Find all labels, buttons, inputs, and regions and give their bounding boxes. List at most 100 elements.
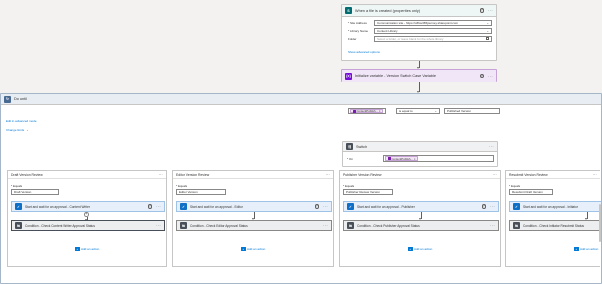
variable-icon: {x} bbox=[345, 72, 352, 80]
help-icon[interactable]: ? bbox=[314, 204, 320, 209]
content-publish-token[interactable]: ContentPublish... × bbox=[385, 156, 418, 161]
do-until-container[interactable]: ↻ Do until ContentPublish... × is equal … bbox=[0, 93, 602, 284]
site-address-row: * Site Address Communication site - http… bbox=[348, 20, 492, 26]
condition-icon: ⇋ bbox=[347, 222, 354, 229]
connector-arrow bbox=[418, 61, 420, 69]
initialize-variable-header[interactable]: {x} Initialize variable - Version Switch… bbox=[342, 70, 496, 82]
more-options-icon[interactable]: ··· bbox=[493, 173, 497, 177]
initialize-variable-card[interactable]: {x} Initialize variable - Version Switch… bbox=[341, 69, 497, 82]
case-branch-publisher[interactable]: Publisher Version Review ··· * Equals Pu… bbox=[339, 170, 501, 267]
connector-arrow bbox=[418, 82, 420, 93]
add-an-action-button[interactable]: + Add an action bbox=[408, 247, 432, 251]
case-title: Publisher Version Review bbox=[343, 172, 382, 177]
approval-icon: ✓ bbox=[15, 203, 22, 210]
switch-on-field[interactable]: ContentPublish... × bbox=[383, 155, 494, 162]
equals-input[interactable]: Editor Version bbox=[176, 189, 226, 195]
case-title: Draft Version Review bbox=[11, 172, 43, 177]
condition-title: Condition - Check Initiator Resubmit Sta… bbox=[523, 223, 584, 228]
condition-card[interactable]: ⇋ Condition - Check Editor Approval Stat… bbox=[176, 220, 332, 231]
condition-title: Condition - Check Publisher Approval Sta… bbox=[357, 223, 420, 228]
equals-label: * Equals bbox=[343, 184, 355, 188]
add-action-icon: + bbox=[408, 247, 413, 251]
add-action-label: Add an action bbox=[414, 247, 433, 251]
approval-action-card[interactable]: ✓ Start and wait for an approval - Conte… bbox=[11, 201, 165, 212]
approval-icon: ✓ bbox=[513, 203, 520, 210]
case-branch-editor[interactable]: Editor Version Review ··· * Equals Edito… bbox=[172, 170, 334, 267]
do-until-header[interactable]: ↻ Do until bbox=[1, 94, 601, 105]
initialize-variable-title: Initialize variable - Version Switch Cas… bbox=[355, 74, 436, 78]
folder-label: Folder bbox=[348, 36, 357, 41]
equals-input[interactable]: Resubmit Draft Version bbox=[509, 189, 553, 195]
do-until-token-field[interactable]: ContentPublish... × bbox=[348, 108, 386, 114]
condition-card[interactable]: ⇋ Condition - Check Content Writer Appro… bbox=[11, 220, 165, 231]
case-branch-draft[interactable]: Draft Version Review ··· * Equals Draft … bbox=[7, 170, 167, 267]
operator-dropdown[interactable]: is equal to ⌄ bbox=[396, 108, 440, 114]
case-header[interactable]: Resubmit Version Review ··· bbox=[506, 171, 600, 179]
equals-input[interactable]: Draft Version bbox=[11, 189, 59, 195]
more-options-icon[interactable]: ··· bbox=[323, 223, 328, 228]
switch-card[interactable]: ⇶ Switch ··· * On ContentPublish... × bbox=[342, 141, 498, 167]
chevron-down-icon: ⌄ bbox=[486, 28, 489, 33]
case-title: Resubmit Version Review bbox=[509, 172, 548, 177]
change-limits-link[interactable]: Change limits bbox=[6, 128, 24, 132]
comparison-value-input[interactable]: Published Version bbox=[444, 108, 500, 114]
case-header[interactable]: Publisher Version Review ··· bbox=[340, 171, 500, 179]
help-icon[interactable]: ? bbox=[479, 8, 485, 13]
more-options-icon[interactable]: ··· bbox=[159, 173, 163, 177]
switch-on-label: * On bbox=[347, 156, 354, 161]
library-name-row: * Library Name Content Library ⌄ bbox=[348, 28, 492, 34]
close-icon[interactable]: × bbox=[414, 157, 416, 161]
condition-title: Condition - Check Content Writer Approva… bbox=[25, 223, 95, 228]
content-publish-token[interactable]: ContentPublish... × bbox=[350, 109, 383, 113]
change-limits-toggle[interactable]: Change limits ⌄ bbox=[6, 128, 29, 132]
trigger-header[interactable]: S When a file is created (properties onl… bbox=[342, 5, 496, 17]
more-options-icon[interactable]: ··· bbox=[593, 173, 597, 177]
case-header[interactable]: Draft Version Review ··· bbox=[8, 171, 166, 179]
site-address-dropdown[interactable]: Communication site - https://office365jo… bbox=[374, 20, 492, 26]
more-options-icon[interactable]: ··· bbox=[490, 223, 495, 228]
approval-action-card[interactable]: ✓ Start and wait for an approval - Initi… bbox=[509, 201, 601, 212]
trigger-card[interactable]: S When a file is created (properties onl… bbox=[341, 4, 497, 61]
folder-input[interactable]: Select a folder, or leave blank for the … bbox=[374, 36, 492, 42]
switch-header[interactable]: ⇶ Switch ··· bbox=[343, 142, 497, 152]
insert-step-plus-icon[interactable]: + bbox=[84, 212, 89, 217]
help-icon[interactable]: ? bbox=[147, 204, 153, 209]
show-advanced-options-link[interactable]: Show advanced options bbox=[348, 50, 380, 54]
more-options-icon[interactable]: ··· bbox=[323, 204, 328, 209]
condition-card[interactable]: ⇋ Condition - Check Publisher Approval S… bbox=[343, 220, 499, 231]
help-icon[interactable]: ? bbox=[479, 73, 485, 78]
switch-icon: ⇶ bbox=[346, 143, 353, 150]
more-options-icon[interactable]: ··· bbox=[488, 8, 493, 13]
edit-advanced-mode-link[interactable]: Edit in advanced mode bbox=[6, 119, 37, 123]
switch-title: Switch bbox=[356, 144, 368, 149]
approval-title: Start and wait for an approval - Publish… bbox=[357, 204, 415, 209]
add-an-action-button[interactable]: + Add an action bbox=[75, 247, 99, 251]
case-branch-resubmit[interactable]: Resubmit Version Review ··· * Equals Res… bbox=[505, 170, 601, 267]
sharepoint-icon: S bbox=[345, 7, 352, 14]
case-header[interactable]: Editor Version Review ··· bbox=[173, 171, 333, 179]
library-name-dropdown[interactable]: Content Library ⌄ bbox=[374, 28, 492, 34]
chevron-down-icon: ⌄ bbox=[434, 109, 437, 113]
add-an-action-button[interactable]: + Add an action bbox=[241, 247, 265, 251]
more-options-icon[interactable]: ··· bbox=[326, 173, 330, 177]
approval-action-card[interactable]: ✓ Start and wait for an approval - Publi… bbox=[343, 201, 499, 212]
do-until-title: Do until bbox=[14, 97, 27, 101]
folder-picker-icon[interactable] bbox=[485, 37, 489, 41]
add-an-action-button[interactable]: + Add an action bbox=[574, 247, 598, 251]
approval-action-card[interactable]: ✓ Start and wait for an approval - Edito… bbox=[176, 201, 332, 212]
more-options-icon[interactable]: ··· bbox=[489, 144, 494, 149]
add-action-icon: + bbox=[241, 247, 246, 251]
do-until-condition-row: ContentPublish... × is equal to ⌄ Publis… bbox=[348, 108, 500, 114]
more-options-icon[interactable]: ··· bbox=[156, 223, 161, 228]
chevron-down-icon: ⌄ bbox=[26, 128, 29, 132]
more-options-icon[interactable]: ··· bbox=[490, 204, 495, 209]
more-options-icon[interactable]: ··· bbox=[156, 204, 161, 209]
equals-input[interactable]: Publisher Review Version bbox=[343, 189, 393, 195]
more-options-icon[interactable]: ··· bbox=[488, 74, 493, 79]
comparison-value: Published Version bbox=[447, 109, 472, 113]
vertical-scrollbar[interactable] bbox=[598, 204, 601, 242]
condition-card[interactable]: ⇋ Condition - Check Initiator Resubmit S… bbox=[509, 220, 601, 231]
library-name-label: * Library Name bbox=[348, 28, 369, 33]
help-icon[interactable]: ? bbox=[481, 204, 487, 209]
close-icon[interactable]: × bbox=[379, 109, 381, 113]
